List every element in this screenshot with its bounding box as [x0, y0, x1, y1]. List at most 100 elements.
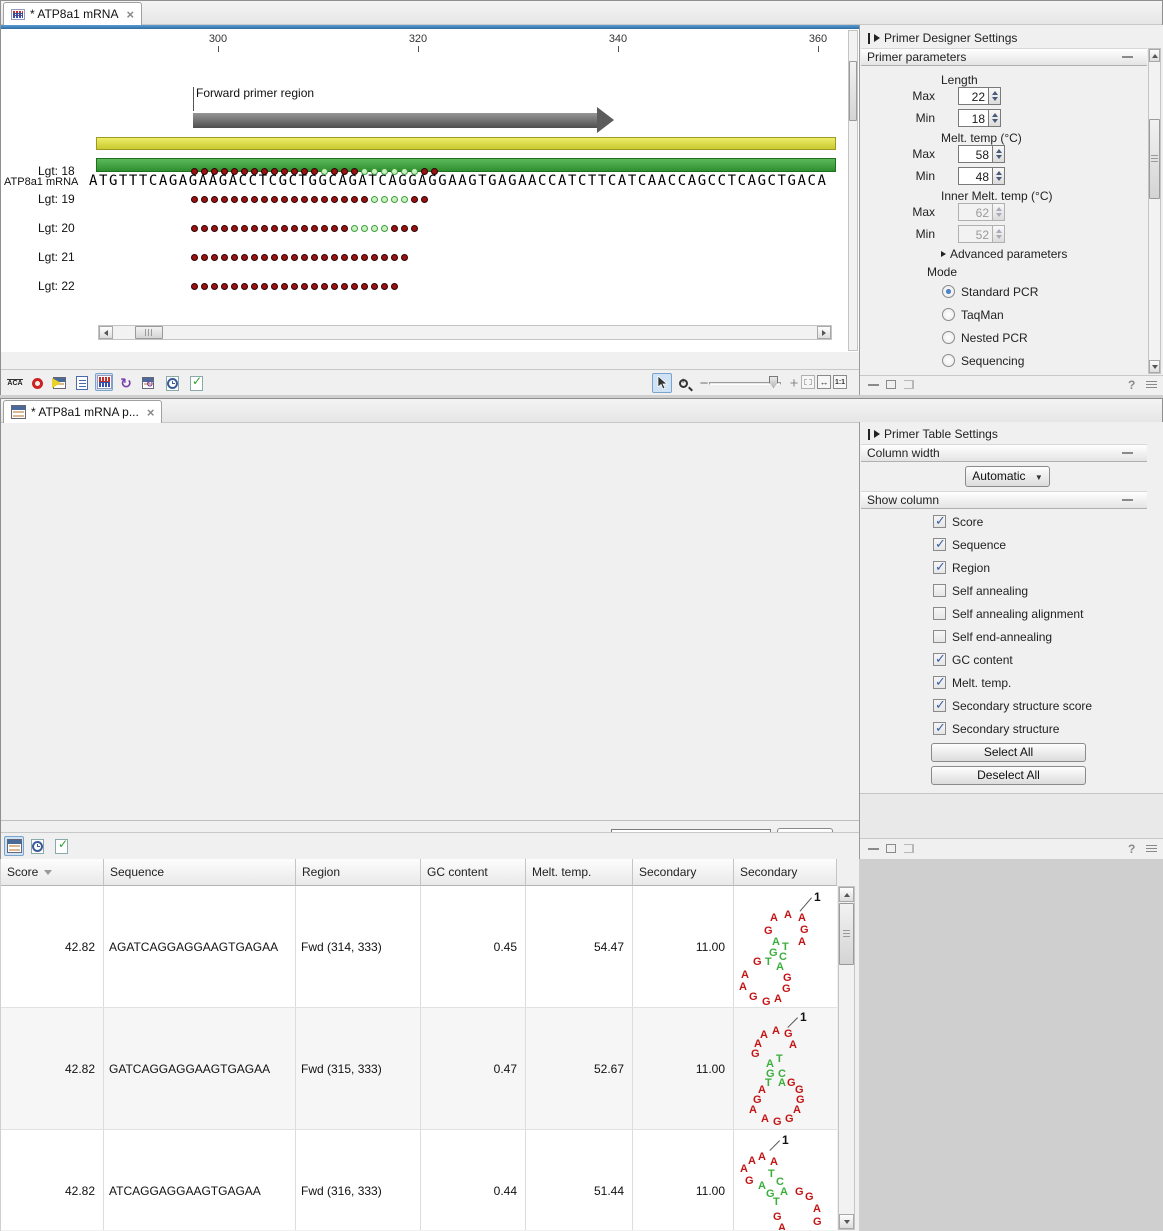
settings-scrollbar-thumb[interactable]	[1149, 119, 1160, 199]
close-icon[interactable]: ×	[147, 405, 155, 420]
stop-icon[interactable]	[28, 374, 46, 392]
primer-dot	[231, 283, 238, 290]
table-scrollbar-thumb[interactable]	[839, 903, 854, 965]
tab-atp8a1-mrna[interactable]: * ATP8a1 mRNA ×	[3, 2, 142, 25]
melt-min-input[interactable]: 48	[958, 167, 992, 185]
one-to-one-icon[interactable]: 1:1	[833, 375, 847, 389]
panel-menu-icon[interactable]	[1146, 381, 1157, 389]
zoom-slider-thumb[interactable]	[769, 376, 778, 388]
section-column-width[interactable]: Column width	[861, 444, 1147, 462]
table-export-icon[interactable]	[50, 374, 68, 392]
checkbox-self-annealing-alignment[interactable]	[933, 607, 946, 620]
mode-radio-taqman[interactable]	[942, 308, 955, 321]
table-scroll-up-icon[interactable]	[839, 887, 854, 902]
scroll-right-icon[interactable]	[817, 326, 831, 339]
mode-radio-sequencing[interactable]	[942, 354, 955, 367]
advanced-parameters-toggle[interactable]: Advanced parameters	[941, 247, 1067, 261]
text-view-icon[interactable]	[73, 374, 91, 392]
column-header-score[interactable]: Score	[1, 858, 104, 886]
minimize-icon[interactable]	[868, 384, 879, 386]
annotation-track-yellow[interactable]	[96, 137, 836, 150]
structure-base: A	[784, 909, 792, 921]
fit-selection-icon[interactable]	[801, 375, 815, 389]
sequence-view[interactable]: 300320340360 Forward primer region ATP8a…	[1, 29, 859, 352]
checkbox-region[interactable]	[933, 561, 946, 574]
checkbox-score[interactable]	[933, 515, 946, 528]
horizontal-scrollbar[interactable]	[98, 325, 832, 340]
report-icon[interactable]: ✓	[187, 374, 205, 392]
primer-region-arrow[interactable]	[193, 113, 597, 128]
primer-row[interactable]: 42.82AGATCAGGAGGAAGTGAGAAFwd (314, 333)0…	[1, 886, 837, 1008]
melt-min-spinner[interactable]	[992, 167, 1005, 185]
column-header-secondary-structure[interactable]: Secondary struc...	[734, 858, 837, 886]
mode-radio-standard-pcr[interactable]	[942, 285, 955, 298]
panel-collapse-icon[interactable]	[868, 429, 870, 440]
help-icon[interactable]: ?	[1128, 842, 1135, 856]
primer-row[interactable]: 42.82GATCAGGAGGAAGTGAGAAFwd (315, 333)0.…	[1, 1008, 837, 1130]
checkbox-melt-temp-[interactable]	[933, 676, 946, 689]
deselect-all-button[interactable]: Deselect All	[931, 766, 1086, 785]
checkbox-secondary-structure-score[interactable]	[933, 699, 946, 712]
vertical-scrollbar[interactable]	[848, 30, 858, 351]
primer-designer-settings-panel: Primer Designer Settings Primer paramete…	[859, 25, 1163, 395]
history-icon[interactable]	[163, 374, 181, 392]
close-icon[interactable]: ×	[126, 7, 134, 22]
table-scroll-down-icon[interactable]	[839, 1214, 854, 1229]
column-header-secondary-struc-[interactable]: Secondary struc...	[633, 858, 734, 886]
length-max-spinner[interactable]	[988, 87, 1001, 105]
horizontal-scrollbar-thumb[interactable]	[135, 326, 163, 339]
panel-collapse-icon[interactable]	[868, 33, 870, 44]
vertical-scrollbar-thumb[interactable]	[849, 61, 857, 121]
dock-icon[interactable]	[904, 844, 914, 853]
melt-max-spinner[interactable]	[992, 145, 1005, 163]
report-icon[interactable]: ✓	[52, 837, 70, 855]
checkbox-self-annealing[interactable]	[933, 584, 946, 597]
length-min-spinner[interactable]	[988, 109, 1001, 127]
column-header-sequence[interactable]: Sequence	[104, 858, 296, 886]
column-width-dropdown[interactable]: Automatic ▼	[965, 466, 1050, 487]
tab-atp8a1-mrna-primers[interactable]: * ATP8a1 mRNA p... ×	[3, 400, 162, 423]
zoom-in-icon[interactable]	[674, 374, 692, 392]
primer-dot	[351, 283, 358, 290]
section-minimize-icon[interactable]	[1122, 452, 1133, 454]
length-max-input[interactable]: 22	[958, 87, 988, 105]
length-min-input[interactable]: 18	[958, 109, 988, 127]
melt-max-input[interactable]: 58	[958, 145, 992, 163]
section-primer-parameters[interactable]: Primer parameters	[861, 48, 1147, 66]
panel-menu-icon[interactable]	[1146, 845, 1157, 853]
section-minimize-icon[interactable]	[1122, 56, 1133, 58]
checkbox-gc-content[interactable]	[933, 653, 946, 666]
table-view-icon[interactable]	[4, 836, 24, 856]
checkbox-self-end-annealing[interactable]	[933, 630, 946, 643]
table-refresh-icon[interactable]: ↻	[139, 374, 157, 392]
primer-dot	[391, 254, 398, 261]
settings-scrollbar[interactable]	[1148, 48, 1161, 374]
minimize-icon[interactable]	[868, 848, 879, 850]
mode-radio-nested-pcr[interactable]	[942, 331, 955, 344]
table-scrollbar[interactable]	[838, 886, 855, 1230]
settings-scroll-down-icon[interactable]	[1149, 360, 1160, 373]
section-show-column[interactable]: Show column	[861, 491, 1147, 509]
column-header-gc-content[interactable]: GC content	[421, 858, 526, 886]
checkbox-secondary-structure[interactable]	[933, 722, 946, 735]
primer-row[interactable]: 42.82ATCAGGAGGAAGTGAGAAFwd (316, 333)0.4…	[1, 1130, 837, 1230]
maximize-icon[interactable]	[886, 380, 896, 389]
settings-scroll-up-icon[interactable]	[1149, 49, 1160, 62]
ruler-tick-label: 340	[598, 33, 638, 45]
select-all-button[interactable]: Select All	[931, 743, 1086, 762]
column-header-melt-temp-[interactable]: Melt. temp.	[526, 858, 633, 886]
maximize-icon[interactable]	[886, 844, 896, 853]
circular-view-icon[interactable]: ↻	[117, 374, 135, 392]
motif-search-icon[interactable]: ACA	[4, 374, 26, 392]
scroll-left-icon[interactable]	[99, 326, 113, 339]
column-header-region[interactable]: Region	[296, 858, 421, 886]
fit-width-icon[interactable]: ↔	[817, 375, 831, 389]
help-icon[interactable]: ?	[1128, 378, 1135, 392]
section-minimize-icon[interactable]	[1122, 499, 1133, 501]
selection-cursor-icon[interactable]	[652, 373, 672, 393]
checkbox-sequence[interactable]	[933, 538, 946, 551]
sequence-bases[interactable]: ATGTTTCAGAGAAGACCTCGCTGGCAGATCAGGAGGAAGT…	[89, 173, 841, 189]
sequence-view-icon[interactable]	[95, 373, 113, 391]
dock-icon[interactable]	[904, 380, 914, 389]
history-icon[interactable]	[28, 837, 46, 855]
